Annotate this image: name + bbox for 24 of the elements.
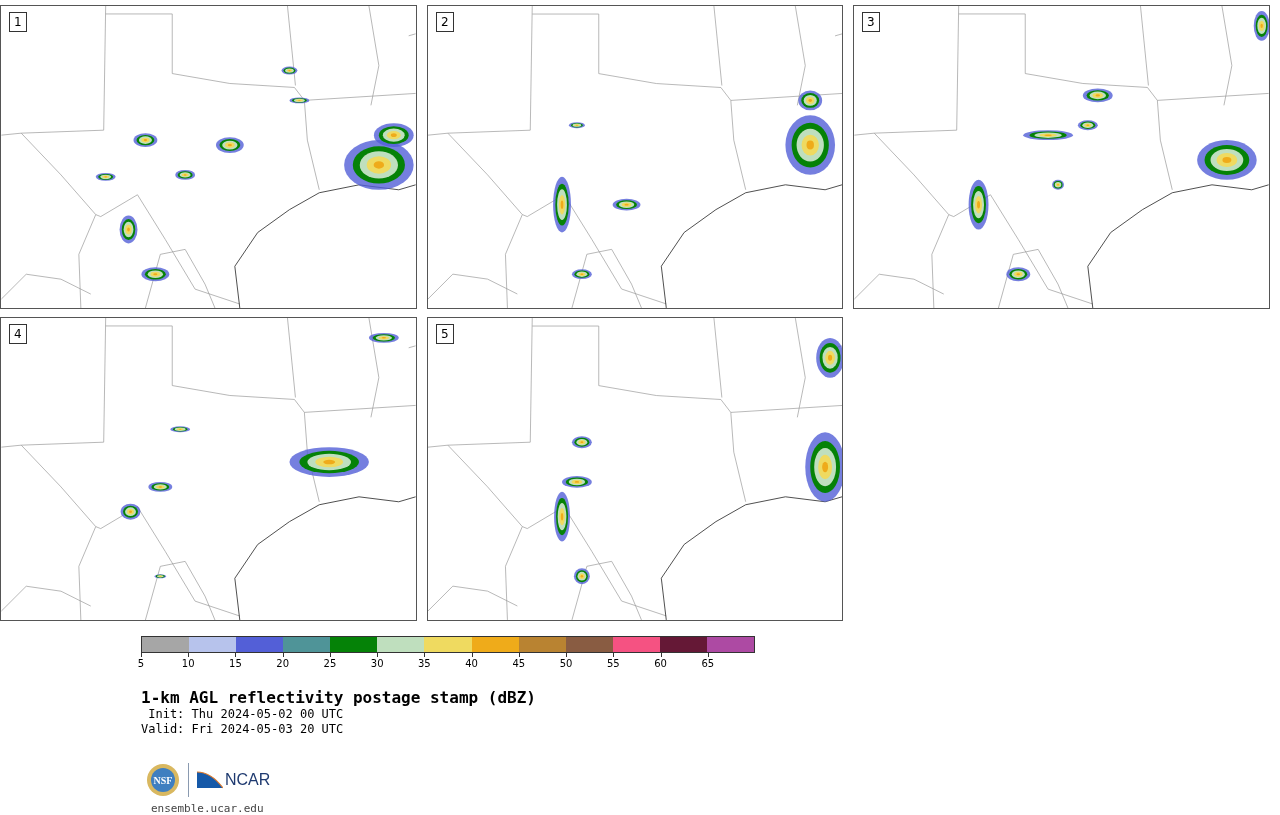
tick-label: 5	[137, 658, 145, 669]
tick-label: 45	[512, 658, 526, 669]
tick-label: 15	[229, 658, 242, 669]
ncar-logo: NCAR	[197, 770, 271, 790]
chart-title: 1-km AGL reflectivity postage stamp (dBZ)	[141, 688, 537, 707]
init-time: Init: Thu 2024-05-02 00 UTC	[147, 707, 345, 722]
tick-label: 10	[181, 658, 195, 669]
tick-label: 20	[276, 658, 290, 669]
website-url: ensemble.ucar.edu	[151, 802, 265, 815]
nsf-logo: NSF	[146, 763, 180, 797]
panel-number: 1	[9, 12, 27, 32]
tick-label: 30	[370, 658, 384, 669]
tick-label: 65	[701, 658, 715, 669]
tick-label: 50	[559, 658, 573, 669]
panel-number: 4	[9, 324, 27, 344]
tick-label: 40	[465, 658, 478, 669]
tick-label: 55	[606, 658, 620, 669]
panel-number: 3	[862, 12, 880, 32]
tick-label: 60	[654, 658, 667, 669]
tick-label: 35	[418, 658, 431, 669]
panel-number: 2	[436, 12, 454, 32]
tick-label: 25	[323, 658, 337, 669]
panel-number: 5	[436, 324, 454, 344]
valid-time: Valid: Fri 2024-05-03 20 UTC	[141, 722, 345, 737]
